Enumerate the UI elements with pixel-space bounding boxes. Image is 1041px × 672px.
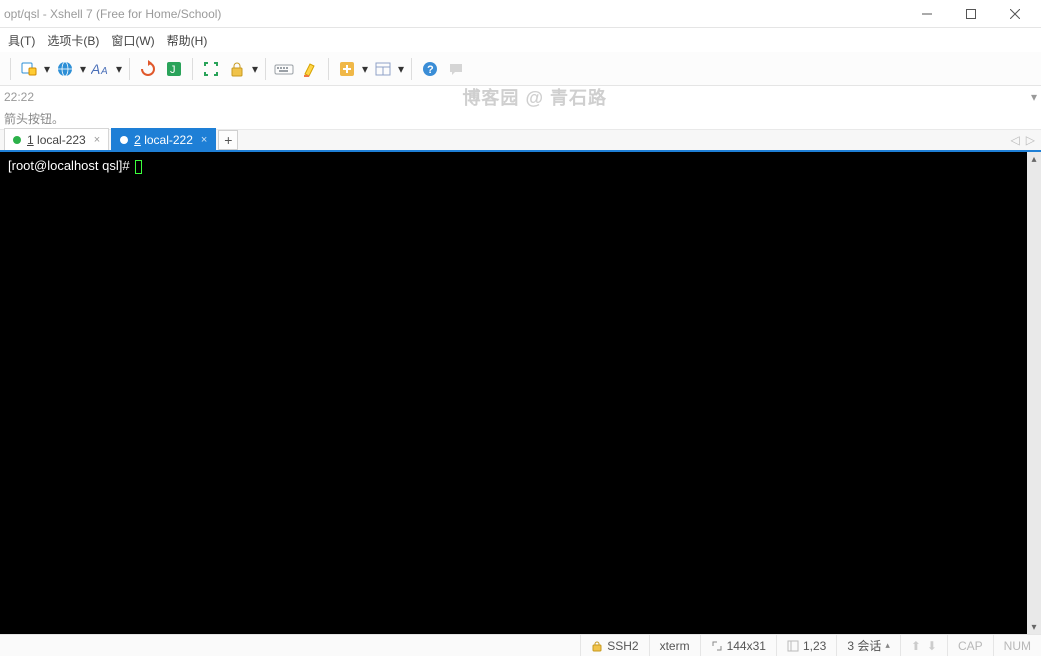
address-dropdown-icon[interactable]: ▾ [1031, 90, 1037, 104]
arrow-down-icon[interactable]: ⬇ [927, 639, 937, 653]
new-session-button[interactable] [17, 57, 41, 81]
toolbar-separator [129, 58, 130, 80]
status-arrows: ⬆ ⬇ [900, 635, 947, 656]
tab-number: 1 [27, 133, 34, 147]
tab-number: 2 [134, 133, 141, 147]
tab-next-icon[interactable]: ▷ [1026, 133, 1035, 147]
menubar: 具(T) 选项卡(B) 窗口(W) 帮助(H) [0, 28, 1041, 52]
toolbar-separator [265, 58, 266, 80]
status-pos: 1,23 [776, 635, 836, 656]
xagent-button[interactable]: J [162, 57, 186, 81]
close-button[interactable] [993, 0, 1037, 28]
status-dot-icon [120, 136, 128, 144]
session-tab-local-222[interactable]: 2 local-222 × [111, 128, 216, 150]
font-button[interactable]: AA [89, 57, 113, 81]
lock-button[interactable] [225, 57, 249, 81]
dropdown-icon[interactable]: ▾ [79, 57, 87, 81]
toolbar-separator [411, 58, 412, 80]
svg-text:?: ? [427, 64, 434, 76]
add-button[interactable] [335, 57, 359, 81]
help-button[interactable]: ? [418, 57, 442, 81]
status-cap: CAP [947, 635, 993, 656]
add-tab-button[interactable]: + [218, 130, 238, 150]
chat-button[interactable] [444, 57, 468, 81]
svg-text:A: A [100, 66, 108, 77]
dropdown-icon[interactable]: ▾ [115, 57, 123, 81]
arrow-up-icon[interactable]: ⬆ [911, 639, 921, 653]
session-tabstrip: 1 local-223 × 2 local-222 × + ◁ ▷ [0, 130, 1041, 152]
menu-window[interactable]: 窗口(W) [105, 30, 160, 51]
menu-help[interactable]: 帮助(H) [161, 30, 214, 51]
toolbar-separator [10, 58, 11, 80]
status-term: xterm [649, 635, 700, 656]
address-bar[interactable]: 22:22 博客园 @ 青石路 ▾ [0, 86, 1041, 108]
toolbar: ▾ ▾ AA ▾ J ▾ ▾ ▾ ? [0, 52, 1041, 86]
dropdown-icon[interactable]: ▾ [361, 57, 369, 81]
resize-icon [711, 640, 723, 652]
status-bar: SSH2 xterm 144x31 1,23 3 会话 ▴ ⬆ ⬇ CAP NU… [0, 634, 1041, 656]
window-title: opt/qsl - Xshell 7 (Free for Home/School… [4, 7, 905, 21]
status-num: NUM [993, 635, 1041, 656]
terminal-pane[interactable]: [root@localhost qsl]# ▴ ▾ [0, 152, 1041, 634]
keyboard-button[interactable] [272, 57, 296, 81]
scroll-up-icon[interactable]: ▴ [1027, 152, 1041, 166]
scroll-down-icon[interactable]: ▾ [1027, 620, 1041, 634]
dropdown-icon[interactable]: ▾ [251, 57, 259, 81]
fullscreen-button[interactable] [199, 57, 223, 81]
tab-label: local-223 [37, 133, 86, 147]
svg-text:J: J [170, 64, 176, 76]
globe-button[interactable] [53, 57, 77, 81]
status-size: 144x31 [700, 635, 776, 656]
status-sessions: 3 会话 ▴ [836, 635, 900, 656]
layout-button[interactable] [371, 57, 395, 81]
tab-label: local-222 [144, 133, 193, 147]
minimize-button[interactable] [905, 0, 949, 28]
status-dot-icon [13, 136, 21, 144]
hint-bar: 箭头按钮。 [0, 108, 1041, 130]
refresh-button[interactable] [136, 57, 160, 81]
terminal-prompt: [root@localhost qsl]# [8, 158, 133, 173]
window-titlebar: opt/qsl - Xshell 7 (Free for Home/School… [0, 0, 1041, 28]
menu-tab[interactable]: 选项卡(B) [41, 30, 105, 51]
dropdown-icon[interactable]: ▾ [43, 57, 51, 81]
close-tab-icon[interactable]: × [92, 134, 102, 146]
close-tab-icon[interactable]: × [199, 134, 209, 146]
position-icon [787, 640, 799, 652]
session-tab-local-223[interactable]: 1 local-223 × [4, 128, 109, 150]
toolbar-separator [192, 58, 193, 80]
address-text: 22:22 [4, 90, 34, 104]
lock-icon [591, 640, 603, 652]
status-ssh: SSH2 [580, 635, 648, 656]
highlight-button[interactable] [298, 57, 322, 81]
tab-nav: ◁ ▷ [1011, 133, 1035, 147]
maximize-button[interactable] [949, 0, 993, 28]
toolbar-separator [328, 58, 329, 80]
svg-text:A: A [91, 61, 100, 77]
watermark-text: 博客园 @ 青石路 [462, 84, 607, 110]
tab-prev-icon[interactable]: ◁ [1011, 133, 1020, 147]
hint-text: 箭头按钮。 [4, 110, 64, 127]
terminal-scrollbar[interactable]: ▴ ▾ [1027, 152, 1041, 634]
menu-tool[interactable]: 具(T) [2, 30, 41, 51]
cursor-icon [135, 160, 142, 174]
dropdown-icon[interactable]: ▾ [397, 57, 405, 81]
